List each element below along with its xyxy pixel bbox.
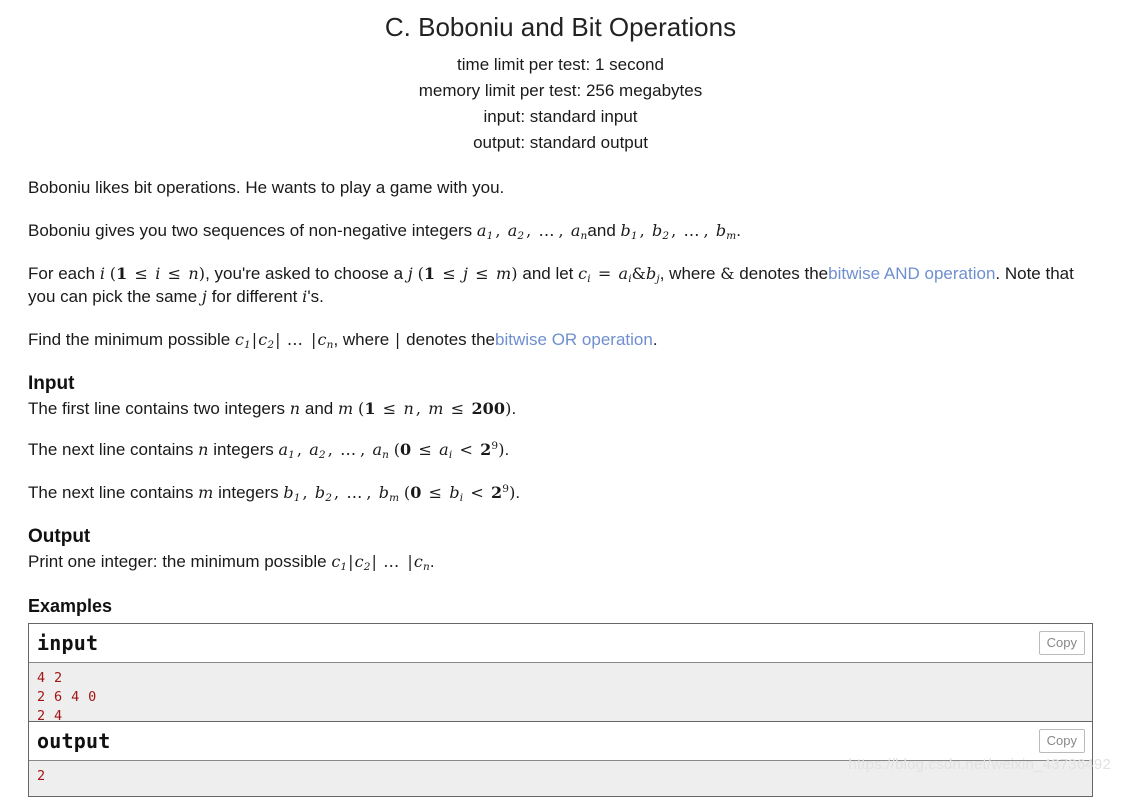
math-var-i: i: [99, 264, 106, 283]
p2-period: .: [736, 221, 742, 240]
input-spec: input: standard input: [483, 107, 638, 126]
math-or-expression: c1|c2| … |cn: [234, 330, 334, 351]
input-line1-and: and: [304, 399, 334, 418]
copy-input-button[interactable]: Copy: [1038, 631, 1085, 655]
input-line3-text-a: The next line contains: [28, 483, 194, 502]
time-limit: time limit per test: 1 second: [457, 55, 664, 74]
input-line-3: The next line contains m integers b1, b2…: [28, 481, 1093, 504]
p3-text-a: For each: [28, 264, 96, 283]
p4-text-a: Find the minimum possible: [28, 330, 231, 349]
math-sequence-b: b1, b2, …, bm: [620, 221, 737, 242]
math-range-j: (1 ≤ j ≤ m): [417, 264, 518, 283]
p3-text-g: for different: [211, 287, 298, 306]
math-sequence-a: a1, a2, …, an: [476, 221, 588, 242]
problem-page: C. Boboniu and Bit Operations time limit…: [0, 0, 1121, 797]
input-line-2: The next line contains n integers a1, a2…: [28, 438, 1093, 461]
math-range-i: (1 ≤ i ≤ n): [109, 264, 206, 283]
page-title: C. Boboniu and Bit Operations: [384, 12, 737, 42]
statement-paragraph-4: Find the minimum possible c1|c2| … |cn, …: [28, 328, 1093, 351]
examples-heading: Examples: [28, 596, 113, 616]
problem-statement: Boboniu likes bit operations. He wants t…: [0, 176, 1121, 797]
problem-header: C. Boboniu and Bit Operations time limit…: [0, 0, 1121, 156]
math-ampersand: &: [720, 264, 735, 283]
copy-output-button[interactable]: Copy: [1038, 729, 1085, 753]
p3-text-c: and let: [522, 264, 574, 283]
statement-paragraph-1: Boboniu likes bit operations. He wants t…: [28, 178, 505, 197]
p3-text-e: denotes the: [739, 264, 829, 283]
input-line2-text-a: The next line contains: [28, 440, 194, 459]
math-ai-bound: (0 ≤ ai < 29): [393, 440, 505, 461]
output-test-data[interactable]: 2: [29, 761, 1092, 797]
input-block-label: input: [37, 631, 99, 655]
p3-text-d: , where: [659, 264, 716, 283]
bitwise-and-link[interactable]: bitwise AND operation: [828, 264, 995, 283]
sample-test-1: input Copy 4 2 2 6 4 0 2 4 output Copy 2: [29, 624, 1092, 797]
statement-paragraph-2: Boboniu gives you two sequences of non-n…: [28, 219, 1093, 242]
input-test-data[interactable]: 4 2 2 6 4 0 2 4: [29, 663, 1092, 724]
p2-text-prefix: Boboniu gives you two sequences of non-n…: [28, 221, 473, 240]
p2-text-and: and: [587, 221, 616, 240]
sample-tests: input Copy 4 2 2 6 4 0 2 4 output Copy 2: [28, 623, 1093, 797]
input-line3-text-b: integers: [218, 483, 279, 502]
input-line1-text-a: The first line contains two integers: [28, 399, 286, 418]
math-nm-bound: (1 ≤ n, m ≤ 200): [358, 399, 512, 418]
p3-text-b: , you're asked to choose a: [205, 264, 404, 283]
output-section-heading: Output: [28, 526, 91, 547]
math-pipe-symbol: |: [394, 330, 401, 349]
input-line3-end: .: [515, 483, 521, 502]
p3-text-h: 's.: [307, 287, 324, 306]
bitwise-or-link[interactable]: bitwise OR operation: [495, 330, 653, 349]
input-block-header: input Copy: [29, 624, 1092, 663]
statement-paragraph-3: For each i (1 ≤ i ≤ n), you're asked to …: [28, 262, 1093, 308]
math-var-j: j: [407, 264, 413, 283]
math-m-2: m: [198, 483, 214, 502]
math-ci-definition: ci = ai&bj: [578, 264, 660, 285]
input-line2-text-b: integers: [213, 440, 274, 459]
memory-limit: memory limit per test: 256 megabytes: [418, 81, 703, 100]
math-n: n: [289, 399, 301, 418]
math-sequence-b-2: b1, b2, …, bm: [283, 483, 400, 504]
math-sequence-a-2: a1, a2, …, an: [278, 440, 389, 461]
input-section-heading: Input: [28, 373, 75, 394]
output-line-text-a: Print one integer: the minimum possible: [28, 552, 327, 571]
input-line-1: The first line contains two integers n a…: [28, 397, 1093, 420]
output-spec: output: standard output: [473, 133, 648, 152]
input-line1-end: .: [511, 399, 517, 418]
output-block-label: output: [37, 729, 111, 753]
output-line-1: Print one integer: the minimum possible …: [28, 550, 1093, 573]
math-var-j-2: j: [201, 287, 207, 306]
math-or-expression-2: c1|c2| … |cn: [331, 552, 430, 573]
math-bi-bound: (0 ≤ bi < 29): [403, 483, 516, 504]
p4-text-d: .: [652, 330, 658, 349]
output-block-header: output Copy: [29, 722, 1092, 761]
input-line2-end: .: [504, 440, 510, 459]
p4-text-c: denotes the: [406, 330, 496, 349]
math-m: m: [338, 399, 354, 418]
p4-text-b: , where: [333, 330, 390, 349]
math-n-2: n: [198, 440, 209, 459]
output-line-end: .: [429, 552, 435, 571]
